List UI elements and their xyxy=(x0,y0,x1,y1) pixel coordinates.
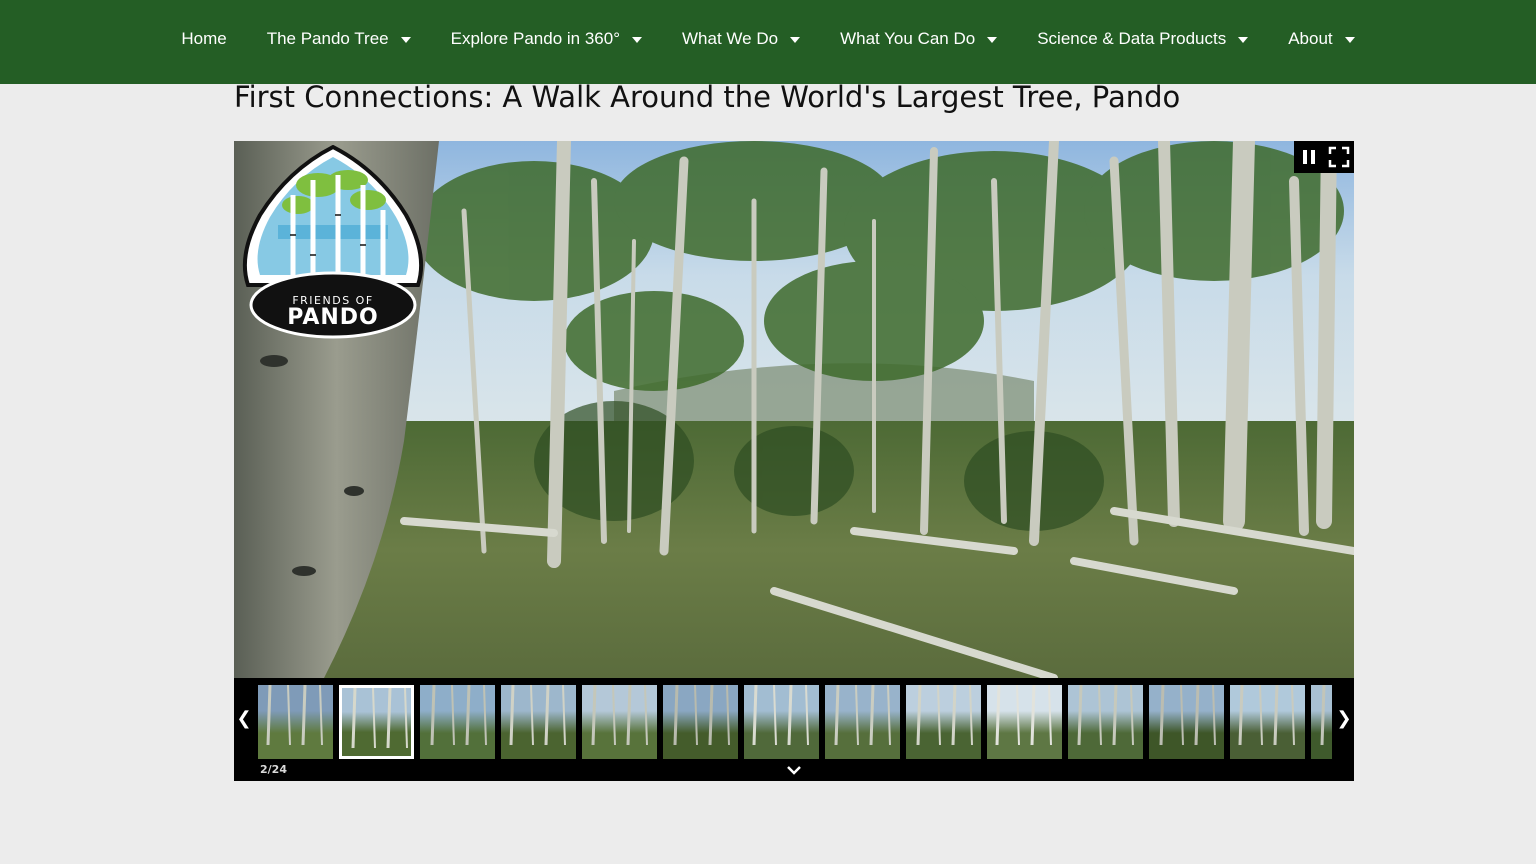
chevron-down-icon[interactable] xyxy=(785,763,803,777)
nav-item-label: About xyxy=(1288,29,1333,48)
thumbnail-item[interactable] xyxy=(1311,685,1332,759)
thumbnail-item[interactable] xyxy=(906,685,981,759)
thumbnail-image xyxy=(1159,685,1216,746)
nav-item-label: Home xyxy=(181,29,227,48)
caret-down-icon xyxy=(1344,37,1355,43)
thumbnail-item[interactable] xyxy=(582,685,657,759)
nav-item-explore-pando-in-360[interactable]: Explore Pando in 360° xyxy=(431,0,662,78)
thumbnail-image xyxy=(834,685,891,746)
thumbnail-strip: ❮ ❯ 2/24 xyxy=(234,678,1354,781)
nav-item-the-pando-tree[interactable]: The Pando Tree xyxy=(247,0,431,78)
top-navigation-bar: Home The Pando Tree Explore Pando in 360° W… xyxy=(0,0,1536,84)
thumbnail-image xyxy=(1077,685,1134,746)
thumbnail-image xyxy=(266,685,323,746)
thumbnail-item[interactable] xyxy=(1149,685,1224,759)
caret-down-icon xyxy=(400,37,411,43)
page-title: First Connections: A Walk Around the Wor… xyxy=(234,80,1181,114)
nav-item-label: The Pando Tree xyxy=(266,29,389,48)
scene-counter: 2/24 xyxy=(260,763,287,776)
nav-menu: Home The Pando Tree Explore Pando in 360° W… xyxy=(0,0,1536,78)
fullscreen-icon[interactable] xyxy=(1328,146,1350,168)
thumbnail-image xyxy=(995,685,1052,746)
thumbnail-item[interactable] xyxy=(1068,685,1143,759)
thumbnail-image xyxy=(1238,685,1295,746)
thumbnail-image xyxy=(673,685,730,746)
thumbnail-image xyxy=(591,685,648,746)
thumbnail-item[interactable] xyxy=(987,685,1062,759)
panorama-viewer[interactable]: FRIENDS OF PANDO xyxy=(234,141,1354,678)
nav-item-about[interactable]: About xyxy=(1268,0,1374,78)
thumbnail-item[interactable] xyxy=(663,685,738,759)
nav-item-label: Explore Pando in 360° xyxy=(450,29,620,48)
nav-item-what-we-do[interactable]: What We Do xyxy=(662,0,820,78)
thumbnail-image xyxy=(752,685,809,746)
nav-item-label: What We Do xyxy=(682,29,779,48)
nav-item-home[interactable]: Home xyxy=(161,0,246,78)
nav-item-label: What You Can Do xyxy=(840,29,976,48)
thumbnail-item[interactable] xyxy=(420,685,495,759)
thumbnail-item[interactable] xyxy=(501,685,576,759)
thumbnail-item[interactable] xyxy=(825,685,900,759)
pause-icon[interactable] xyxy=(1298,146,1320,168)
nav-item-science-data-products[interactable]: Science & Data Products xyxy=(1017,0,1268,78)
thumbnail-image xyxy=(916,685,973,746)
thumbnail-image xyxy=(430,685,487,746)
caret-down-icon xyxy=(987,37,998,43)
thumbnail-image xyxy=(1320,685,1326,746)
thumbnail-image xyxy=(509,685,566,746)
viewer-controls xyxy=(1294,141,1354,173)
thumbnail-item[interactable] xyxy=(1230,685,1305,759)
thumbnail-item[interactable] xyxy=(339,685,414,759)
nav-item-what-you-can-do[interactable]: What You Can Do xyxy=(820,0,1017,78)
caret-down-icon xyxy=(790,37,801,43)
thumbnail-image xyxy=(351,688,408,749)
caret-down-icon xyxy=(632,37,642,43)
thumbnail-item[interactable] xyxy=(744,685,819,759)
logo-text-pando: PANDO xyxy=(287,305,379,330)
nav-item-label: Science & Data Products xyxy=(1037,29,1227,48)
chevron-right-icon[interactable]: ❯ xyxy=(1334,708,1354,734)
chevron-left-icon[interactable]: ❮ xyxy=(234,708,254,734)
friends-of-pando-logo: FRIENDS OF PANDO xyxy=(238,144,428,339)
caret-down-icon xyxy=(1238,37,1249,43)
thumbnail-item[interactable] xyxy=(258,685,333,759)
thumbnail-list xyxy=(258,685,1332,759)
